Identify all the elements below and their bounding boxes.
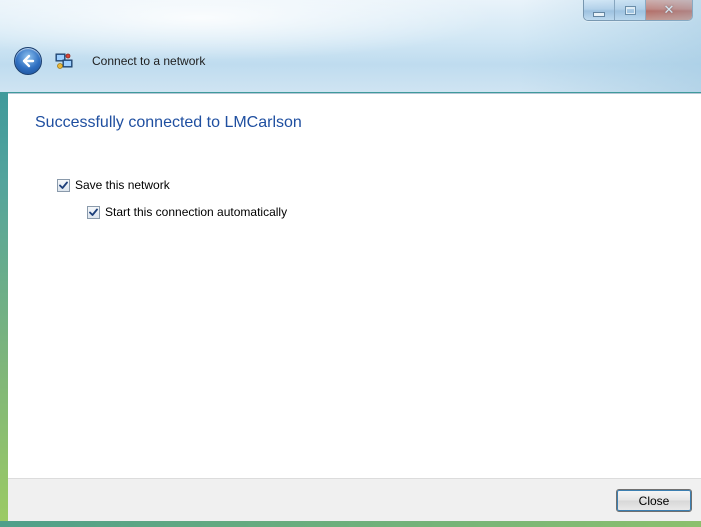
content-pane: Successfully connected to LMCarlson Save… (8, 93, 701, 479)
minimize-button[interactable] (584, 0, 615, 20)
caption-buttons: ✕ (583, 0, 693, 21)
title-bar: ✕ Connect to a network (0, 0, 701, 92)
back-arrow-icon (22, 54, 35, 68)
network-icon (55, 53, 73, 69)
minimize-icon (593, 11, 605, 17)
maximize-icon (624, 5, 636, 15)
checkmark-icon (59, 181, 68, 189)
maximize-button[interactable] (615, 0, 646, 20)
save-network-label: Save this network (75, 178, 170, 192)
close-button[interactable]: Close (616, 489, 692, 512)
navigation-row: Connect to a network (14, 47, 205, 75)
status-heading: Successfully connected to LMCarlson (35, 114, 302, 131)
auto-connect-option[interactable]: Start this connection automatically (87, 205, 287, 219)
save-network-option[interactable]: Save this network (57, 178, 170, 192)
close-window-button[interactable]: ✕ (646, 0, 692, 20)
auto-connect-label: Start this connection automatically (105, 205, 288, 219)
save-network-checkbox[interactable] (57, 178, 70, 192)
window-title: Connect to a network (92, 54, 206, 68)
back-button[interactable] (14, 47, 42, 75)
checkmark-icon (89, 208, 98, 216)
close-icon: ✕ (663, 2, 675, 18)
window-frame-bottom (0, 521, 701, 527)
command-area: Close (8, 478, 701, 522)
connect-to-network-window: ✕ Connect to a network Successfully conn… (0, 0, 701, 527)
auto-connect-checkbox[interactable] (87, 205, 100, 219)
